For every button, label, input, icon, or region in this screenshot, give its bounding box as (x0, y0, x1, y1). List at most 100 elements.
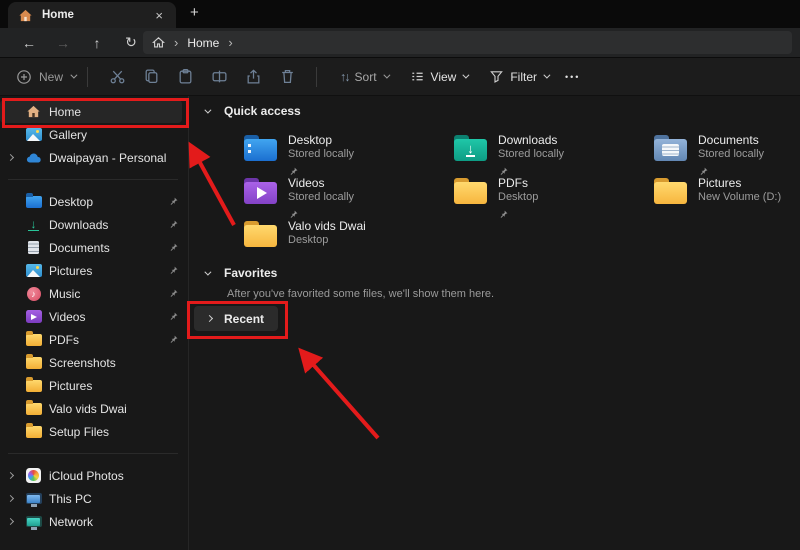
sidebar-item-this-pc[interactable]: This PC (0, 487, 188, 510)
chevron-down-icon (543, 72, 550, 79)
delete-button[interactable] (270, 68, 304, 85)
tile-subtitle: New Volume (D:) (698, 191, 781, 203)
pin-icon (169, 310, 178, 324)
sort-button[interactable]: ↑↓ Sort (340, 70, 388, 84)
chevron-right-icon[interactable] (7, 472, 14, 479)
sidebar-item-desktop[interactable]: Desktop (0, 190, 188, 213)
sidebar-item-setup-files[interactable]: Setup Files (0, 420, 188, 443)
sidebar-item-pdfs[interactable]: PDFs (0, 328, 188, 351)
sidebar-item-pictures[interactable]: Pictures (0, 259, 188, 282)
breadcrumb-separator[interactable]: › (228, 36, 232, 49)
pin-icon (169, 218, 178, 232)
quick-access-header[interactable]: Quick access (204, 104, 301, 118)
tab-close-icon[interactable]: × (152, 8, 166, 23)
tile-name: Pictures (698, 176, 781, 190)
chevron-right-icon[interactable] (7, 518, 14, 525)
sidebar-item-label: PDFs (49, 333, 169, 347)
tile-valo-vids-dwai[interactable]: Valo vids Dwai Desktop (244, 218, 454, 261)
chevron-right-icon[interactable] (7, 154, 14, 161)
document-icon (25, 240, 42, 256)
content-area: Quick access Desktop Stored locally ↓ Do… (190, 96, 800, 550)
sidebar-item-label: Gallery (49, 128, 188, 142)
sidebar-item-downloads[interactable]: ↓ Downloads (0, 213, 188, 236)
paste-button[interactable] (168, 68, 202, 85)
sidebar-item-documents[interactable]: Documents (0, 236, 188, 259)
videos-icon (25, 309, 42, 325)
tile-desktop[interactable]: Desktop Stored locally (244, 132, 454, 175)
quick-access-grid: Desktop Stored locally ↓ Downloads Store… (244, 132, 800, 261)
folder-icon (25, 332, 42, 348)
downloads-folder-icon: ↓ (454, 139, 487, 161)
sidebar-item-label: Downloads (49, 218, 169, 232)
sidebar-item-label: Desktop (49, 195, 169, 209)
sort-arrows-icon: ↑↓ (340, 70, 349, 84)
chevron-down-icon[interactable] (204, 106, 211, 113)
sidebar-item-home[interactable]: Home (0, 100, 182, 123)
explorer-tab[interactable]: Home × (8, 2, 176, 28)
new-tab-button[interactable]: + (186, 4, 203, 21)
sidebar-item-icloud-photos[interactable]: iCloud Photos (0, 464, 188, 487)
filter-button[interactable]: Filter (489, 69, 548, 84)
address-bar[interactable]: › Home › (143, 31, 792, 54)
sidebar-item-network[interactable]: Network (0, 510, 188, 533)
chevron-right-icon[interactable] (7, 495, 14, 502)
sidebar-item-label: Home (49, 105, 182, 119)
pin-icon (169, 264, 178, 278)
sidebar-item-label: This PC (49, 492, 188, 506)
chevron-right-icon[interactable] (206, 315, 213, 322)
cut-button[interactable] (100, 68, 134, 85)
folder-icon (25, 401, 42, 417)
sidebar-item-music[interactable]: ♪ Music (0, 282, 188, 305)
plus-circle-icon (16, 69, 32, 85)
share-icon (245, 68, 262, 85)
breadcrumb-home-icon[interactable] (152, 36, 165, 49)
tile-name: Desktop (288, 133, 354, 147)
back-button[interactable]: ← (12, 35, 46, 51)
recent-section-header[interactable]: Recent (194, 306, 278, 331)
sidebar-item-label: Screenshots (49, 356, 188, 370)
documents-folder-icon (654, 139, 687, 161)
chevron-down-icon[interactable] (204, 268, 211, 275)
more-options-button[interactable]: ••• (565, 72, 580, 82)
gallery-icon (25, 127, 42, 143)
tile-downloads[interactable]: ↓ Downloads Stored locally (454, 132, 654, 175)
breadcrumb-location[interactable]: Home (187, 36, 219, 50)
forward-button[interactable]: → (46, 35, 80, 51)
tile-documents[interactable]: Documents Stored locally (654, 132, 800, 175)
sidebar-item-valo-vids-dwai[interactable]: Valo vids Dwai (0, 397, 188, 420)
copy-button[interactable] (134, 68, 168, 85)
sidebar-item-label: Documents (49, 241, 169, 255)
sidebar-item-videos[interactable]: Videos (0, 305, 188, 328)
sidebar-item-pictures-folder[interactable]: Pictures (0, 374, 188, 397)
pin-icon (169, 333, 178, 347)
tile-name: Documents (698, 133, 764, 147)
sidebar-item-label: Network (49, 515, 188, 529)
tile-name: Videos (288, 176, 354, 190)
breadcrumb-separator: › (174, 36, 178, 49)
folder-icon (25, 378, 42, 394)
music-icon: ♪ (25, 286, 42, 302)
tile-videos[interactable]: Videos Stored locally (244, 175, 454, 218)
cut-icon (109, 68, 126, 85)
favorites-title: Favorites (224, 266, 277, 280)
sidebar-item-onedrive[interactable]: Dwaipayan - Personal (0, 146, 188, 169)
tile-pdfs[interactable]: PDFs Desktop (454, 175, 654, 218)
filter-funnel-icon (489, 69, 504, 84)
tile-pictures[interactable]: Pictures New Volume (D:) (654, 175, 800, 218)
sidebar-separator (8, 179, 178, 180)
sidebar-item-screenshots[interactable]: Screenshots (0, 351, 188, 374)
view-label: View (431, 70, 457, 84)
this-pc-icon (25, 491, 42, 507)
favorites-header[interactable]: Favorites (204, 266, 277, 280)
folder-icon (654, 182, 687, 204)
tile-name: PDFs (498, 176, 538, 190)
up-button[interactable]: ↑ (80, 35, 114, 51)
downloads-icon: ↓ (25, 217, 42, 233)
new-button[interactable]: New (16, 69, 75, 85)
folder-icon (25, 424, 42, 440)
rename-button[interactable] (202, 68, 236, 85)
share-button[interactable] (236, 68, 270, 85)
sidebar-item-gallery[interactable]: Gallery (0, 123, 188, 146)
view-button[interactable]: View (410, 69, 468, 84)
sidebar-item-label: Music (49, 287, 169, 301)
